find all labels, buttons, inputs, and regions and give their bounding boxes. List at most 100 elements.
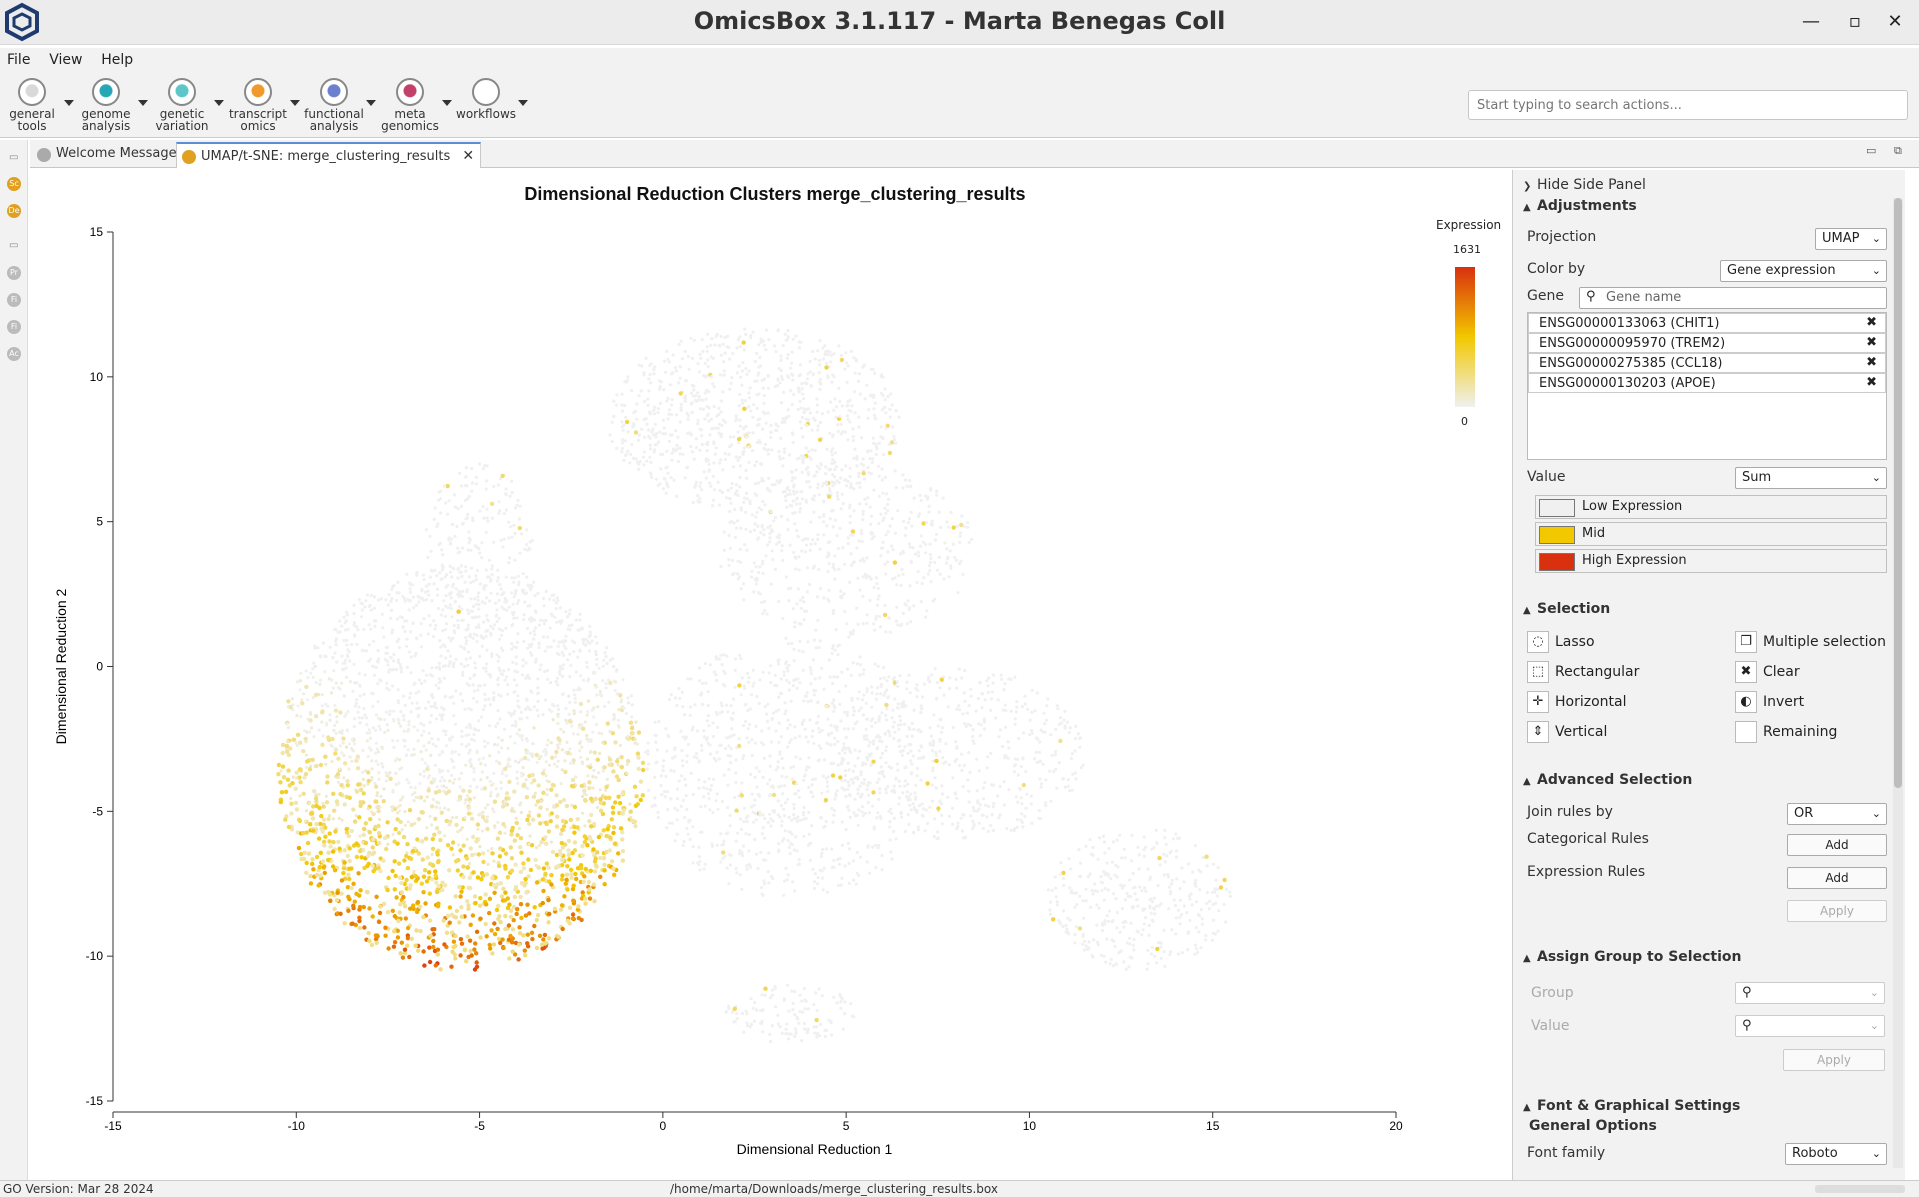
scatter-point (534, 880, 540, 885)
scatter-point (579, 674, 583, 678)
scatter-point (623, 403, 627, 408)
menu-file[interactable]: File (0, 48, 37, 72)
scatter-point (848, 503, 852, 507)
scatter-point (659, 784, 663, 788)
scatter-point (887, 497, 891, 501)
scatter-point (800, 497, 805, 501)
dock-restore-icon[interactable]: ▭ (9, 152, 18, 163)
tool-workflows[interactable]: workflows (456, 78, 516, 120)
scatter-point (622, 458, 626, 462)
scatter-point (838, 702, 842, 707)
scatter-point (833, 397, 837, 401)
scatter-point (444, 733, 448, 737)
scatter-point (765, 719, 770, 724)
chevron-down-icon[interactable] (214, 100, 224, 106)
scatter-point (382, 635, 386, 639)
maximize-button[interactable]: ▫ (1841, 8, 1869, 36)
scatter-point (368, 731, 372, 735)
tab-umap-tsne[interactable]: UMAP/t-SNE: merge_clustering_results ✕ (176, 142, 482, 168)
scatter-point (591, 774, 595, 779)
scatter-point (877, 614, 882, 619)
scatter-point (789, 738, 793, 742)
scatter-point (323, 834, 328, 839)
tool-general-tools[interactable]: general tools (2, 78, 62, 132)
scatter-point (456, 618, 460, 623)
dock-item-fi2-icon[interactable]: Fi (7, 320, 21, 334)
dock-item-ac-icon[interactable]: Ac (7, 347, 21, 361)
scatter-point (714, 655, 718, 659)
tab-welcome-message[interactable]: Welcome Message (32, 142, 183, 168)
tool-transcriptomics[interactable]: transcript omics (228, 78, 288, 132)
scatter-point (768, 536, 772, 540)
scatter-point (761, 386, 765, 390)
scatter-point (510, 949, 515, 954)
dock-item-pr-icon[interactable]: Pr (7, 266, 21, 280)
scatter-point (766, 543, 770, 547)
scatter-point (503, 831, 507, 835)
scatter-point (781, 839, 785, 843)
scatter-point (450, 735, 454, 739)
scatter-point (895, 680, 899, 684)
scatter-point (803, 550, 808, 554)
scatter-point (831, 611, 835, 616)
dock-item-de-icon[interactable]: De (7, 204, 21, 218)
chevron-down-icon[interactable] (442, 100, 452, 106)
action-search-input[interactable] (1468, 90, 1908, 120)
scatter-point (304, 753, 308, 757)
scatter-point (433, 873, 438, 878)
dock-item-fi-icon[interactable]: Fi (7, 293, 21, 307)
scatter-point (886, 502, 890, 506)
chevron-down-icon[interactable] (366, 100, 376, 106)
tool-functional-analysis[interactable]: functional analysis (304, 78, 364, 132)
chevron-down-icon[interactable] (64, 100, 74, 106)
scatter-point (824, 361, 829, 365)
scatter-point (711, 777, 716, 782)
scatter-point (322, 843, 327, 848)
scatter-point (732, 465, 736, 469)
tool-genetic-variation[interactable]: genetic variation (152, 78, 212, 132)
scatter-point (876, 586, 881, 590)
tool-metagenomics[interactable]: meta genomics (380, 78, 440, 132)
tool-genome-analysis[interactable]: genome analysis (76, 78, 136, 132)
scatter-point (699, 693, 704, 697)
chevron-down-icon[interactable] (290, 100, 300, 106)
scatter-point (392, 887, 397, 892)
umap-plot-area[interactable]: Dimensional Reduction Clusters merge_clu… (30, 170, 1510, 1180)
scatter-point (390, 628, 394, 632)
scatter-point (927, 504, 931, 508)
scatter-point (578, 866, 584, 871)
scatter-point (758, 565, 762, 569)
scatter-point (834, 415, 838, 419)
chevron-down-icon[interactable] (138, 100, 148, 106)
panel-maximize-icon[interactable]: ⧉ (1894, 144, 1902, 158)
scatter-point (854, 882, 858, 886)
scatter-point (560, 845, 566, 850)
scatter-point (637, 467, 641, 471)
dock-item-sc-icon[interactable]: Sc (7, 177, 21, 191)
close-tab-icon[interactable]: ✕ (462, 148, 474, 164)
scatter-point (338, 911, 343, 916)
panel-minimize-icon[interactable]: ▭ (1866, 144, 1876, 157)
scatter-point (403, 599, 407, 603)
close-window-button[interactable]: ✕ (1881, 8, 1909, 36)
scatter-point (555, 814, 560, 819)
scatter-point (829, 723, 833, 728)
scatter-point (814, 628, 818, 632)
umap-scatter-plot[interactable]: 151050-5-10-15-15 -10 -5 0 5 10 15 20Dimensiona… (30, 170, 1510, 1180)
scatter-point (726, 753, 730, 758)
scatter-point (519, 915, 524, 921)
minimize-button[interactable]: — (1797, 8, 1825, 36)
scatter-point (807, 449, 811, 454)
scatter-point (279, 790, 285, 795)
scatter-point (818, 363, 822, 367)
scatter-point (694, 483, 698, 487)
scatter-point (702, 867, 706, 871)
dock-restore-icon[interactable]: ▭ (9, 240, 18, 251)
menu-view[interactable]: View (42, 48, 89, 72)
scatter-point (766, 411, 770, 415)
chevron-down-icon[interactable] (518, 100, 528, 106)
menu-help[interactable]: Help (94, 48, 140, 72)
scatter-point (568, 867, 574, 872)
scatter-point (396, 580, 400, 584)
scatter-point (755, 423, 760, 427)
